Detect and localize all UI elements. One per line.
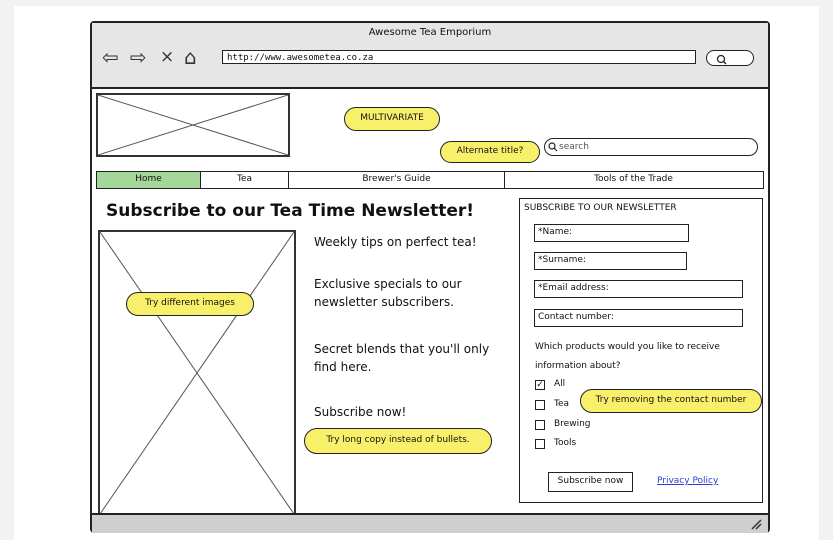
note-alternate-title: Alternate title?	[440, 141, 540, 163]
logo-placeholder-cross	[98, 95, 288, 155]
name-field[interactable]: *Name:	[534, 224, 689, 242]
surname-field[interactable]: *Surname:	[534, 252, 687, 270]
magnifier-icon	[716, 54, 727, 65]
bullet-secret-blends: Secret blends that you'll only find here…	[314, 342, 490, 374]
newsletter-form: SUBSCRIBE TO OUR NEWSLETTER *Name: *Surn…	[519, 198, 763, 503]
go-button[interactable]	[706, 50, 754, 66]
checkbox-all[interactable]: ✓	[535, 380, 545, 390]
search-input[interactable]: search	[544, 138, 758, 156]
note-remove-contact: Try removing the contact number	[580, 389, 762, 413]
note-multivariate: MULTIVARIATE	[344, 107, 440, 131]
email-field[interactable]: *Email address:	[534, 280, 743, 298]
privacy-policy-link[interactable]: Privacy Policy	[657, 476, 718, 486]
back-icon[interactable]: ⇦	[102, 47, 119, 67]
nav-brewers-guide[interactable]: Brewer's Guide	[289, 172, 505, 188]
products-question: Which products would you like to receive…	[535, 342, 720, 371]
window-title: Awesome Tea Emporium	[368, 27, 492, 38]
browser-window: Awesome Tea Emporium ⇦ ⇨ × ⌂ http://www.…	[90, 21, 770, 533]
checkbox-label-tea: Tea	[554, 399, 570, 409]
bullet-exclusive-specials: Exclusive specials to our newsletter sub…	[314, 277, 462, 309]
note-try-images: Try different images	[126, 292, 254, 316]
note-long-copy: Try long copy instead of bullets.	[304, 428, 492, 454]
hero-image-placeholder	[98, 230, 296, 516]
close-icon[interactable]: ×	[160, 47, 174, 67]
contact-number-field[interactable]: Contact number:	[534, 309, 743, 327]
nav-home[interactable]: Home	[97, 172, 201, 188]
search-placeholder: search	[559, 142, 589, 152]
bullet-subscribe-now: Subscribe now!	[314, 405, 407, 419]
subscribe-button[interactable]: Subscribe now	[548, 472, 633, 492]
page-headline: Subscribe to our Tea Time Newsletter!	[106, 201, 475, 221]
checkbox-label-brewing: Brewing	[554, 419, 591, 429]
nav-tea[interactable]: Tea	[201, 172, 289, 188]
forward-icon[interactable]: ⇨	[130, 47, 147, 67]
resize-grip-icon[interactable]	[750, 518, 762, 530]
hero-placeholder-cross	[100, 232, 294, 514]
main-nav: Home Tea Brewer's Guide Tools of the Tra…	[96, 171, 764, 189]
url-bar[interactable]: http://www.awesometea.co.za	[222, 50, 696, 64]
checkbox-tools[interactable]	[535, 439, 545, 449]
bullet-weekly-tips: Weekly tips on perfect tea!	[314, 235, 477, 249]
nav-tools-of-the-trade[interactable]: Tools of the Trade	[505, 172, 762, 188]
search-icon	[548, 142, 558, 152]
browser-titlebar: Awesome Tea Emporium ⇦ ⇨ × ⌂ http://www.…	[92, 23, 768, 89]
checkbox-label-tools: Tools	[554, 438, 577, 448]
logo-placeholder	[96, 93, 290, 157]
form-title: SUBSCRIBE TO OUR NEWSLETTER	[524, 203, 677, 213]
home-icon[interactable]: ⌂	[184, 47, 197, 67]
checkbox-tea[interactable]	[535, 400, 545, 410]
status-bar	[92, 513, 768, 533]
checkbox-brewing[interactable]	[535, 420, 545, 430]
checkbox-label-all: All	[554, 379, 566, 389]
